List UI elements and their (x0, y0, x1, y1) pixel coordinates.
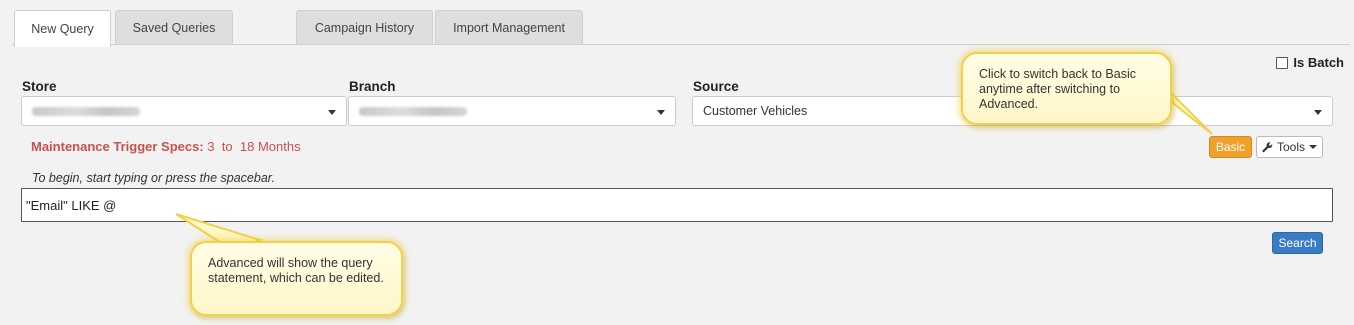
tab-import-management[interactable]: Import Management (435, 10, 583, 45)
chevron-down-icon (1309, 145, 1317, 149)
branch-value-redacted (359, 106, 467, 116)
search-button[interactable]: Search (1272, 232, 1323, 254)
source-value: Customer Vehicles (703, 104, 808, 118)
tab-bar: New Query Saved Queries Campaign History… (0, 0, 1354, 47)
tab-saved-queries[interactable]: Saved Queries (115, 10, 233, 45)
store-select[interactable] (21, 96, 347, 126)
is-batch-checkbox[interactable]: Is Batch (1276, 55, 1344, 70)
tab-label: Import Management (453, 21, 565, 35)
tools-button-label: Tools (1276, 140, 1305, 154)
tooltip-advanced-callout: Advanced will show the query statement, … (190, 241, 403, 316)
store-value-redacted (32, 106, 140, 116)
maintenance-trigger-specs: Maintenance Trigger Specs: 3 to 18 Month… (31, 139, 301, 154)
tools-dropdown-button[interactable]: Tools (1256, 136, 1323, 158)
tab-campaign-history[interactable]: Campaign History (296, 10, 433, 45)
maintenance-to-word: to (221, 139, 233, 154)
tab-new-query[interactable]: New Query (14, 10, 111, 47)
maintenance-label: Maintenance Trigger Specs: (31, 139, 204, 154)
store-label: Store (22, 79, 57, 94)
is-batch-label: Is Batch (1293, 55, 1344, 70)
tab-label: Saved Queries (132, 21, 216, 35)
maintenance-to: 18 (239, 139, 255, 154)
query-hint: To begin, start typing or press the spac… (32, 171, 275, 185)
tab-label: New Query (31, 22, 94, 36)
tooltip-basic-text: Click to switch back to Basic anytime af… (979, 67, 1136, 111)
chevron-down-icon (1314, 110, 1322, 115)
wrench-icon (1262, 141, 1273, 152)
query-input[interactable]: "Email" LIKE @ (21, 188, 1333, 222)
checkbox-box[interactable] (1276, 56, 1289, 69)
basic-button-label: Basic (1215, 140, 1246, 154)
basic-button[interactable]: Basic (1209, 136, 1252, 158)
chevron-down-icon (657, 110, 665, 115)
source-label: Source (693, 79, 739, 94)
maintenance-unit: Months (257, 139, 301, 154)
tooltip-advanced-text: Advanced will show the query statement, … (208, 256, 384, 285)
query-text: "Email" LIKE @ (26, 197, 117, 213)
maintenance-from: 3 (207, 139, 215, 154)
branch-label: Branch (349, 79, 396, 94)
chevron-down-icon (328, 110, 336, 115)
tab-divider (12, 44, 1350, 45)
tab-label: Campaign History (314, 21, 415, 35)
branch-select[interactable] (348, 96, 676, 126)
tooltip-basic-callout: Click to switch back to Basic anytime af… (961, 52, 1172, 125)
search-button-label: Search (1278, 236, 1317, 250)
